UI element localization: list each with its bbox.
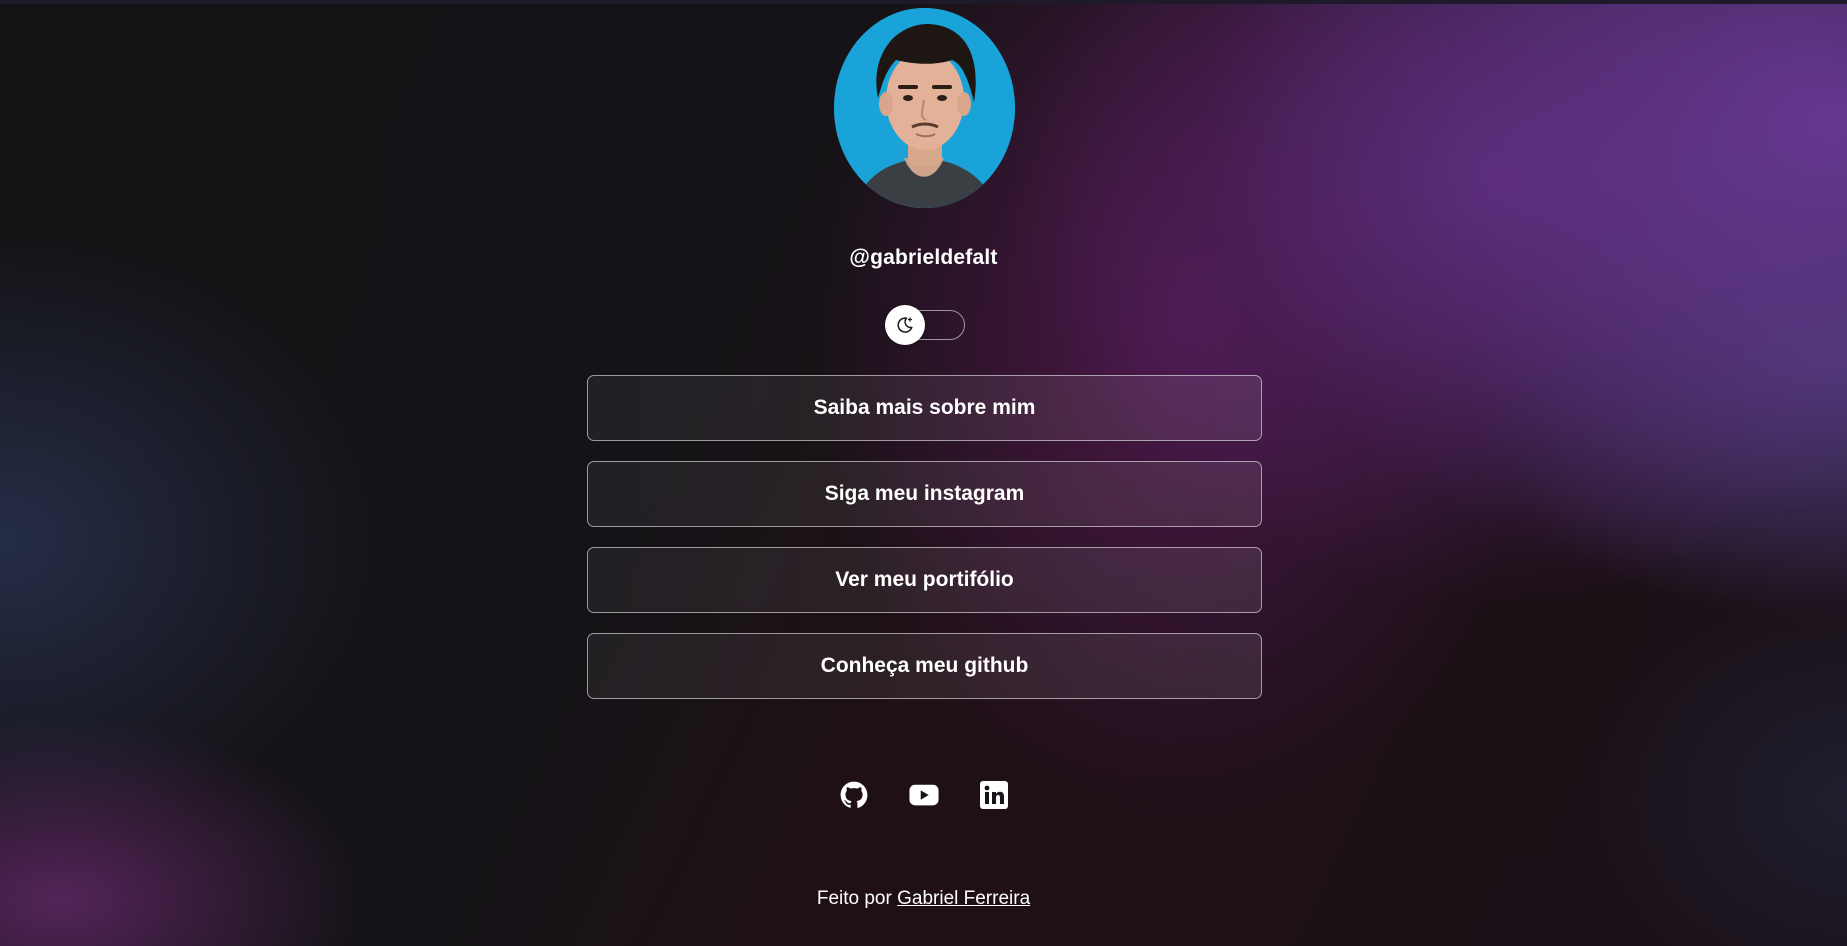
github-icon [840,781,867,808]
instagram-button[interactable]: Siga meu instagram [587,461,1262,527]
avatar [834,8,1015,208]
footer-credit: Feito por Gabriel Ferreira [0,888,1847,910]
profile-photo [834,8,1015,208]
social-links [0,780,1847,810]
portfolio-button[interactable]: Ver meu portifólio [587,547,1262,613]
github-button[interactable]: Conheça meu github [587,633,1262,699]
theme-toggle-knob[interactable] [885,305,925,345]
profile-page: @gabrieldefalt Saiba mais sobre mim Siga… [0,0,1847,946]
github-link[interactable] [839,780,869,810]
moon-stars-icon [897,317,913,333]
profile-handle: @gabrieldefalt [849,246,998,269]
youtube-link[interactable] [908,780,939,810]
footer-prefix: Feito por [816,888,892,909]
author-link[interactable]: Gabriel Ferreira [897,888,1030,909]
link-list: Saiba mais sobre mim Siga meu instagram … [587,375,1262,719]
linkedin-icon [979,781,1008,809]
about-me-button[interactable]: Saiba mais sobre mim [587,375,1262,441]
linkedin-link[interactable] [979,780,1009,810]
youtube-icon [908,784,939,806]
